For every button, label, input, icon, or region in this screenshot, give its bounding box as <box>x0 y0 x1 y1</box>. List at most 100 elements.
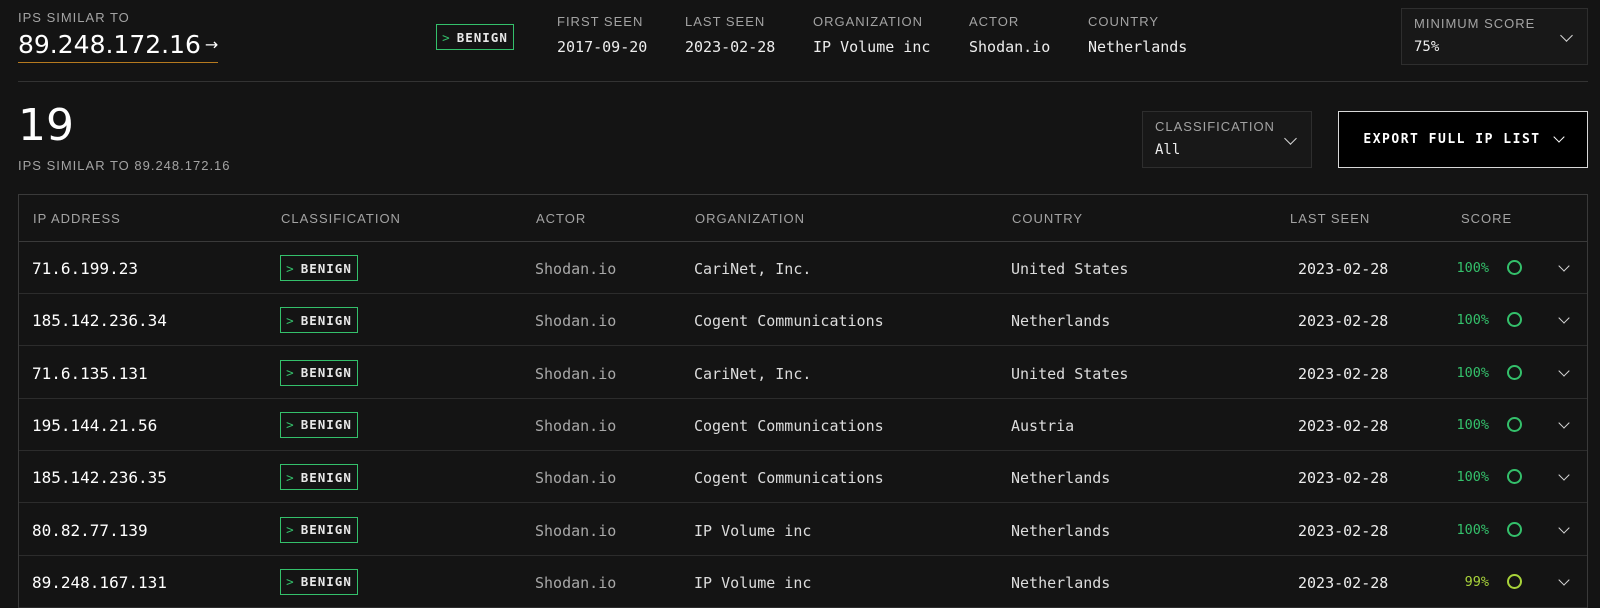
row-country: Netherlands <box>1011 469 1111 488</box>
actor-value: Shodan.io <box>969 38 1051 56</box>
row-score: 100% <box>1456 521 1489 538</box>
row-country: United States <box>1011 260 1129 278</box>
chevron-down-icon <box>1560 29 1573 42</box>
row-last-seen: 2023-02-28 <box>1298 573 1389 592</box>
score-ring-icon <box>1507 469 1522 485</box>
row-score: 100% <box>1456 469 1489 486</box>
row-country: Netherlands <box>1011 521 1111 540</box>
row-ip-address[interactable]: 195.144.21.56 <box>32 416 157 435</box>
score-ring-icon <box>1507 364 1522 380</box>
row-actor: Shodan.io <box>535 260 617 278</box>
organization-value: IP Volume inc <box>813 38 931 56</box>
score-ring-icon <box>1507 312 1522 328</box>
row-organization: Cogent Communications <box>694 469 884 488</box>
badge-label: BENIGN <box>300 365 352 381</box>
score-ring-icon <box>1507 260 1522 275</box>
row-classification-badge: > BENIGN <box>280 464 358 491</box>
minimum-score-select[interactable]: MINIMUM SCORE 75% <box>1401 8 1588 65</box>
queried-ip-link[interactable]: 89.248.172.16 → <box>18 30 218 63</box>
prompt-icon: > <box>286 365 295 381</box>
row-score: 100% <box>1456 312 1489 329</box>
column-ip-address[interactable]: IP ADDRESS <box>33 211 121 226</box>
expand-row-chevron-icon[interactable] <box>1558 312 1570 324</box>
expand-row-chevron-icon[interactable] <box>1558 521 1570 534</box>
chevron-down-icon <box>1284 132 1297 145</box>
similar-ips-table: IP ADDRESS CLASSIFICATION ACTOR ORGANIZA… <box>18 194 1588 608</box>
row-score: 100% <box>1456 416 1489 433</box>
first-seen-value: 2017-09-20 <box>557 38 648 56</box>
last-seen-value: 2023-02-28 <box>685 38 776 56</box>
row-ip-address[interactable]: 71.6.199.23 <box>32 259 138 278</box>
expand-row-chevron-icon[interactable] <box>1558 574 1570 586</box>
row-actor: Shodan.io <box>535 573 617 592</box>
country-value: Netherlands <box>1088 38 1188 56</box>
row-ip-address[interactable]: 89.248.167.131 <box>32 573 167 592</box>
row-actor: Shodan.io <box>535 364 617 383</box>
export-label: EXPORT FULL IP LIST <box>1363 132 1541 147</box>
table-header: IP ADDRESS CLASSIFICATION ACTOR ORGANIZA… <box>19 195 1587 242</box>
row-ip-address[interactable]: 71.6.135.131 <box>32 364 148 383</box>
table-row[interactable]: 195.144.21.56 > BENIGN Shodan.io Cogent Comm… <box>19 399 1587 451</box>
column-country[interactable]: COUNTRY <box>1012 211 1083 226</box>
row-actor: Shodan.io <box>535 521 617 540</box>
classification-filter[interactable]: CLASSIFICATION All <box>1142 111 1312 168</box>
column-last-seen[interactable]: LAST SEEN <box>1290 211 1370 226</box>
row-classification-badge: > BENIGN <box>280 255 358 281</box>
column-score[interactable]: SCORE <box>1461 211 1512 226</box>
table-row[interactable]: 89.248.167.131 > BENIGN Shodan.io IP Volume … <box>19 556 1587 608</box>
row-last-seen: 2023-02-28 <box>1298 416 1389 435</box>
chevron-down-icon <box>1552 130 1565 143</box>
last-seen-label: LAST SEEN <box>685 14 766 29</box>
first-seen-label: FIRST SEEN <box>557 14 644 29</box>
minimum-score-value: 75% <box>1414 39 1440 55</box>
export-ip-list-button[interactable]: EXPORT FULL IP LIST <box>1338 111 1588 168</box>
queried-ip: 89.248.172.16 <box>18 30 201 59</box>
expand-row-chevron-icon[interactable] <box>1558 364 1570 377</box>
row-last-seen: 2023-02-28 <box>1298 260 1389 278</box>
score-ring-icon <box>1507 416 1522 432</box>
classification-filter-value: All <box>1155 142 1181 158</box>
row-ip-address[interactable]: 185.142.236.35 <box>32 468 167 487</box>
prompt-icon: > <box>442 29 451 45</box>
row-country: Netherlands <box>1011 573 1111 592</box>
column-organization[interactable]: ORGANIZATION <box>695 211 805 226</box>
badge-label: BENIGN <box>300 574 352 590</box>
badge-label: BENIGN <box>300 469 352 485</box>
table-row[interactable]: 71.6.135.131 > BENIGN Shodan.io CariNet, Inc… <box>19 347 1587 399</box>
row-score: 99% <box>1464 573 1489 590</box>
row-classification-badge: > BENIGN <box>280 411 358 438</box>
row-classification-badge: > BENIGN <box>280 568 358 595</box>
badge-label: BENIGN <box>300 260 352 276</box>
row-last-seen: 2023-02-28 <box>1298 312 1389 331</box>
table-row[interactable]: 71.6.199.23 > BENIGN Shodan.io CariNet, Inc.… <box>19 242 1587 294</box>
row-organization: IP Volume inc <box>694 573 812 592</box>
row-score: 100% <box>1456 364 1489 381</box>
table-row[interactable]: 185.142.236.34 > BENIGN Shodan.io Cogent Com… <box>19 294 1587 347</box>
prompt-icon: > <box>286 260 295 276</box>
ips-similar-label: IPS SIMILAR TO <box>18 10 130 25</box>
row-actor: Shodan.io <box>535 469 617 488</box>
row-actor: Shodan.io <box>535 416 617 435</box>
row-ip-address[interactable]: 185.142.236.34 <box>32 311 167 330</box>
row-country: United States <box>1011 364 1129 383</box>
minimum-score-label: MINIMUM SCORE <box>1414 16 1536 31</box>
column-actor[interactable]: ACTOR <box>536 211 586 226</box>
prompt-icon: > <box>286 574 295 590</box>
column-classification[interactable]: CLASSIFICATION <box>281 211 401 226</box>
prompt-icon: > <box>286 469 295 485</box>
row-ip-address[interactable]: 80.82.77.139 <box>32 521 148 540</box>
similar-count-subtitle: IPS SIMILAR TO 89.248.172.16 <box>18 158 231 173</box>
expand-row-chevron-icon[interactable] <box>1558 260 1570 272</box>
row-country: Austria <box>1011 416 1075 435</box>
score-ring-icon <box>1507 573 1522 589</box>
table-row[interactable]: 185.142.236.35 > BENIGN Shodan.io Cogent Com… <box>19 451 1587 504</box>
row-last-seen: 2023-02-28 <box>1298 521 1389 540</box>
table-row[interactable]: 80.82.77.139 > BENIGN Shodan.io IP Volume in… <box>19 504 1587 556</box>
arrow-right-icon: → <box>204 35 219 54</box>
row-organization: CariNet, Inc. <box>694 364 812 383</box>
row-score: 100% <box>1456 260 1489 276</box>
row-country: Netherlands <box>1011 312 1111 331</box>
expand-row-chevron-icon[interactable] <box>1558 469 1570 481</box>
row-organization: Cogent Communications <box>694 416 884 435</box>
expand-row-chevron-icon[interactable] <box>1558 417 1570 429</box>
